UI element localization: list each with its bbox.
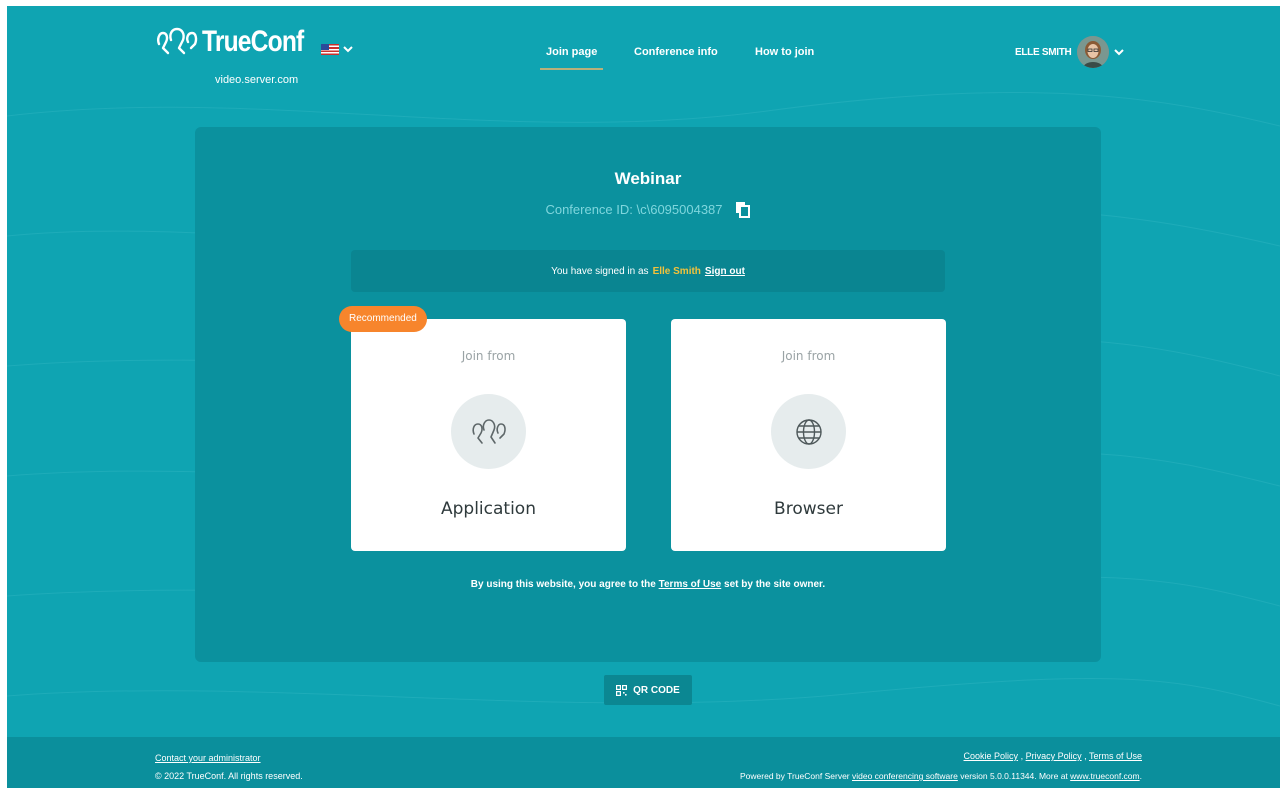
signin-user: Elle Smith	[652, 265, 701, 277]
qr-code-icon	[616, 684, 628, 696]
server-name: video.server.com	[215, 74, 299, 86]
qr-code-button[interactable]: QR CODE	[604, 675, 692, 705]
nav-join-page[interactable]: Join page	[539, 46, 604, 70]
separator: ,	[1084, 751, 1087, 761]
signin-bar: You have signed in as Elle Smith Sign ou…	[351, 250, 945, 292]
copyright: © 2022 TrueConf. All rights reserved.	[155, 771, 303, 781]
separator: ,	[1020, 751, 1024, 761]
user-menu[interactable]: ELLE SMITH	[1015, 36, 1125, 68]
application-label: Application	[441, 499, 536, 519]
powered-by: Powered by TrueConf Server video confere…	[740, 771, 1142, 781]
footer: Contact your administrator © 2022 TrueCo…	[7, 737, 1280, 788]
terms-link[interactable]: Terms of Use	[659, 579, 722, 590]
nav-conference-info[interactable]: Conference info	[634, 46, 718, 58]
copy-icon[interactable]	[735, 201, 751, 218]
globe-icon	[771, 394, 846, 469]
join-panel: Webinar Conference ID: \c\6095004387 You…	[195, 127, 1101, 662]
page-frame: TrueConf video.server.com Join page Conf…	[7, 6, 1280, 788]
trueconf-site-link[interactable]: www.trueconf.com	[1070, 771, 1139, 781]
recommended-badge: Recommended	[339, 306, 427, 332]
terms-notice: By using this website, you agree to the …	[195, 579, 1101, 590]
period: .	[1139, 771, 1142, 781]
powered-prefix: Powered by TrueConf Server	[740, 771, 850, 781]
nav-how-to-join[interactable]: How to join	[755, 46, 814, 58]
avatar-image	[1077, 36, 1110, 68]
join-application-card[interactable]: Join from Application	[351, 319, 626, 551]
contact-admin-link[interactable]: Contact your administrator	[155, 753, 261, 763]
join-browser-card[interactable]: Join from Browser	[671, 319, 946, 551]
browser-label: Browser	[774, 499, 843, 519]
video-conferencing-link[interactable]: video conferencing software	[852, 771, 958, 781]
card-join-from: Join from	[781, 349, 836, 363]
terms-suffix: set by the site owner.	[724, 579, 826, 590]
cookie-policy-link[interactable]: Cookie Policy	[964, 751, 1019, 761]
conference-title: Webinar	[614, 169, 682, 188]
conference-id-row: Conference ID: \c\6095004387	[195, 201, 1101, 218]
chevron-down-icon	[1114, 48, 1125, 55]
qr-code-label: QR CODE	[633, 684, 680, 696]
avatar	[1077, 36, 1110, 68]
user-name: ELLE SMITH	[1015, 46, 1072, 58]
terms-prefix: By using this website, you agree to the	[470, 579, 656, 590]
signin-prefix: You have signed in as	[551, 265, 649, 277]
trueconf-icon	[451, 394, 526, 469]
policy-links: Cookie Policy , Privacy Policy , Terms o…	[964, 751, 1142, 761]
terms-of-use-link[interactable]: Terms of Use	[1089, 751, 1142, 761]
powered-version: version 5.0.0.11344. More at	[960, 771, 1068, 781]
conference-id: Conference ID: \c\6095004387	[545, 202, 723, 217]
privacy-policy-link[interactable]: Privacy Policy	[1026, 751, 1082, 761]
card-join-from: Join from	[461, 349, 516, 363]
signout-link[interactable]: Sign out	[705, 266, 745, 277]
